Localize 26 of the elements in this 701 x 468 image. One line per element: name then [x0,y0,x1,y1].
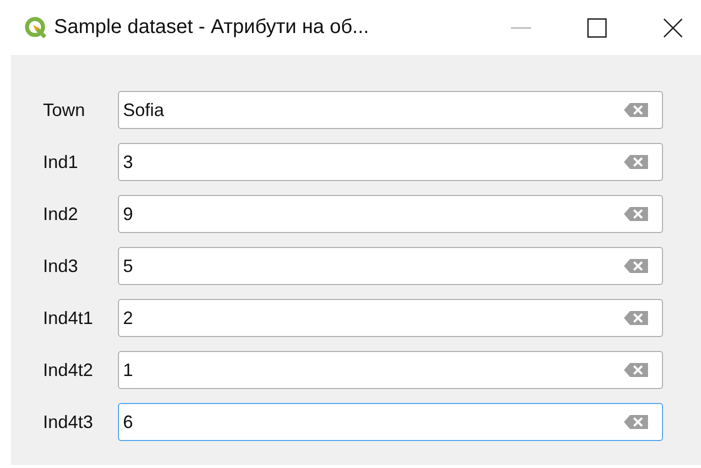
clear-icon[interactable] [624,310,648,326]
minimize-icon[interactable] [511,26,531,28]
maximize-icon[interactable] [587,18,607,38]
clear-icon[interactable] [624,258,648,274]
close-icon[interactable] [663,18,683,38]
field-label: Ind2 [43,204,80,224]
field-label: Ind4t3 [43,412,94,432]
field-label: Ind4t1 [43,308,94,328]
input-field[interactable]: 5 [118,247,663,285]
clear-icon[interactable] [624,414,648,430]
field-label: Ind1 [43,152,80,172]
clear-icon[interactable] [624,206,648,222]
field-label: Town [43,100,86,120]
input-field[interactable]: 1 [118,351,663,389]
input-field[interactable]: 3 [118,143,663,181]
input-field[interactable]: 9 [118,195,663,233]
input-field[interactable]: 2 [118,299,663,337]
clear-icon[interactable] [624,154,648,170]
window-title: Sample dataset - Атрибути на об... [54,16,369,39]
app-logo-icon [24,16,48,40]
clear-icon[interactable] [624,102,648,118]
input-field[interactable]: 6 [118,403,663,441]
field-label: Ind3 [43,256,80,276]
input-field[interactable]: Sofia [118,91,663,129]
field-label: Ind4t2 [43,360,94,380]
clear-icon[interactable] [624,362,648,378]
